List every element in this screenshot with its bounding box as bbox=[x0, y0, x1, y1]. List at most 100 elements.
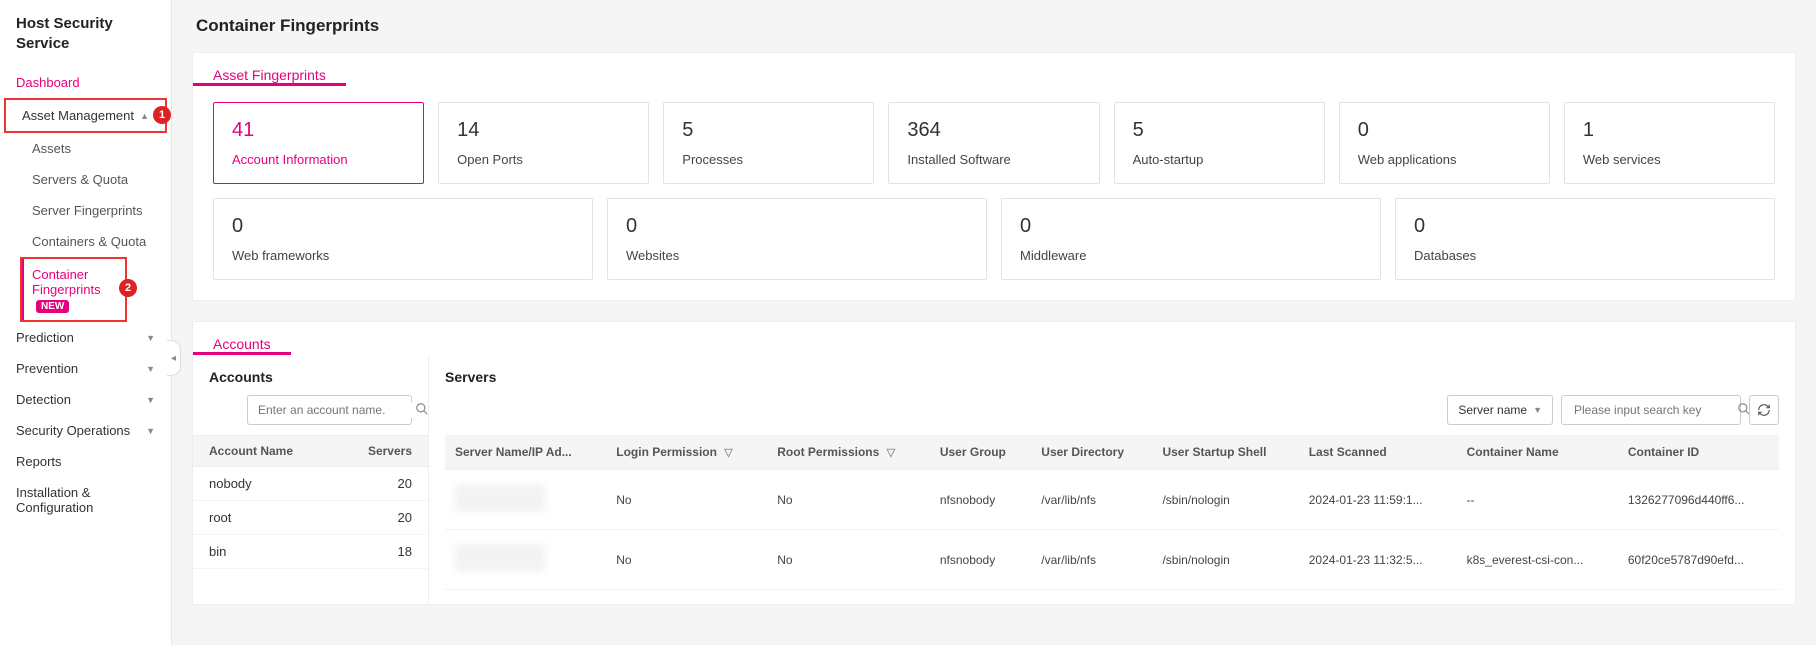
account-name: nobody bbox=[209, 476, 252, 491]
nav-sub-container-fingerprints[interactable]: Container Fingerprints NEW bbox=[22, 259, 125, 320]
nav-asset-sub: Assets Servers & Quota Server Fingerprin… bbox=[0, 133, 171, 257]
cards-container: 41Account Information14Open Ports5Proces… bbox=[193, 86, 1795, 300]
col-login-label: Login Permission bbox=[616, 445, 717, 459]
col-container-id[interactable]: Container ID bbox=[1618, 435, 1779, 470]
chevron-down-icon: ▼ bbox=[146, 426, 155, 436]
cell-root: No bbox=[767, 530, 930, 590]
account-search-box[interactable] bbox=[247, 395, 412, 425]
fingerprint-card[interactable]: 0Web applications bbox=[1339, 102, 1550, 184]
server-row[interactable]: NoNonfsnobody/var/lib/nfs/sbin/nologin20… bbox=[445, 530, 1779, 590]
cell-server-name bbox=[445, 470, 606, 530]
card-label: Open Ports bbox=[457, 152, 630, 167]
nav-installation[interactable]: Installation & Configuration bbox=[0, 477, 171, 523]
fingerprint-card[interactable]: 41Account Information bbox=[213, 102, 424, 184]
cell-root: No bbox=[767, 470, 930, 530]
nav-sub-assets[interactable]: Assets bbox=[32, 133, 171, 164]
nav-security-operations[interactable]: Security Operations ▼ bbox=[0, 415, 171, 446]
accounts-list-title: Accounts bbox=[193, 369, 428, 395]
fingerprint-card[interactable]: 5Processes bbox=[663, 102, 874, 184]
nav-sub-servers-quota[interactable]: Servers & Quota bbox=[32, 164, 171, 195]
nav-asset-management-label: Asset Management bbox=[22, 108, 134, 123]
nav-sub-server-fingerprints[interactable]: Server Fingerprints bbox=[32, 195, 171, 226]
account-col-servers: Servers bbox=[368, 444, 412, 458]
chevron-down-icon: ▼ bbox=[146, 395, 155, 405]
nav-asset-management[interactable]: Asset Management ▲ bbox=[6, 100, 165, 131]
col-server-name[interactable]: Server Name/IP Ad... bbox=[445, 435, 606, 470]
new-badge: NEW bbox=[36, 300, 69, 313]
accounts-title: Accounts bbox=[193, 322, 291, 355]
fingerprint-card[interactable]: 0Websites bbox=[607, 198, 987, 280]
server-row[interactable]: NoNonfsnobody/var/lib/nfs/sbin/nologin20… bbox=[445, 470, 1779, 530]
fingerprint-card[interactable]: 0 Databases bbox=[1395, 198, 1775, 280]
servers-title: Servers bbox=[445, 369, 1779, 395]
account-search-input[interactable] bbox=[256, 402, 415, 418]
servers-toolbar: Server name ▼ bbox=[445, 395, 1779, 425]
col-last-scanned[interactable]: Last Scanned bbox=[1299, 435, 1457, 470]
filter-icon[interactable]: ▽ bbox=[887, 447, 895, 459]
cell-cid: 1326277096d440ff6... bbox=[1618, 470, 1779, 530]
card-label: Websites bbox=[626, 248, 968, 263]
main-content: Container Fingerprints Asset Fingerprint… bbox=[172, 0, 1816, 645]
card-label: Auto-startup bbox=[1133, 152, 1306, 167]
cell-login: No bbox=[606, 470, 767, 530]
account-col-name: Account Name bbox=[209, 444, 293, 458]
cell-login: No bbox=[606, 530, 767, 590]
filter-icon[interactable]: ▽ bbox=[724, 447, 732, 459]
sidebar-collapse-handle[interactable]: ◂ bbox=[167, 340, 181, 376]
card-label: Installed Software bbox=[907, 152, 1080, 167]
card-count: 0 bbox=[1414, 215, 1756, 238]
col-root-label: Root Permissions bbox=[777, 445, 879, 459]
col-container-name[interactable]: Container Name bbox=[1457, 435, 1618, 470]
app-title: Host Security Service bbox=[0, 0, 171, 67]
nav-detection[interactable]: Detection ▼ bbox=[0, 384, 171, 415]
asset-fingerprints-title: Asset Fingerprints bbox=[193, 53, 346, 86]
fingerprint-card[interactable]: 364Installed Software bbox=[888, 102, 1099, 184]
cell-shell: /sbin/nologin bbox=[1152, 530, 1298, 590]
cell-group: nfsnobody bbox=[930, 470, 1031, 530]
card-count: 0 bbox=[232, 215, 574, 238]
cell-shell: /sbin/nologin bbox=[1152, 470, 1298, 530]
col-user-group[interactable]: User Group bbox=[930, 435, 1031, 470]
fingerprint-card[interactable]: 1Web services bbox=[1564, 102, 1775, 184]
cell-cname: -- bbox=[1457, 470, 1618, 530]
fingerprint-card[interactable]: 0Middleware bbox=[1001, 198, 1381, 280]
refresh-button[interactable] bbox=[1749, 395, 1779, 425]
card-count: 5 bbox=[1133, 119, 1306, 142]
chevron-down-icon: ▼ bbox=[1533, 405, 1542, 415]
account-row[interactable]: nobody20 bbox=[193, 467, 428, 501]
account-server-count: 18 bbox=[398, 544, 412, 559]
card-label: Web frameworks bbox=[232, 248, 574, 263]
nav-reports[interactable]: Reports bbox=[0, 446, 171, 477]
card-label: Databases bbox=[1414, 248, 1756, 263]
nav-prevention[interactable]: Prevention ▼ bbox=[0, 353, 171, 384]
page-title: Container Fingerprints bbox=[172, 0, 1816, 52]
account-name: bin bbox=[209, 544, 226, 559]
server-filter-select[interactable]: Server name ▼ bbox=[1447, 395, 1553, 425]
cell-server-name bbox=[445, 530, 606, 590]
sidebar: Host Security Service Dashboard Asset Ma… bbox=[0, 0, 172, 645]
card-count: 5 bbox=[682, 119, 855, 142]
fingerprint-card[interactable]: 14Open Ports bbox=[438, 102, 649, 184]
fingerprint-card[interactable]: 5 Auto-startup bbox=[1114, 102, 1325, 184]
card-count: 41 bbox=[232, 119, 405, 142]
fingerprint-card[interactable]: 0 Web frameworks bbox=[213, 198, 593, 280]
accounts-list-pane: Accounts Account Name Servers nobody20ro… bbox=[193, 355, 429, 604]
server-search-box[interactable] bbox=[1561, 395, 1741, 425]
annotation-box-2: Container Fingerprints NEW 2 bbox=[20, 257, 127, 322]
account-server-count: 20 bbox=[398, 510, 412, 525]
nav-dashboard[interactable]: Dashboard bbox=[0, 67, 171, 98]
card-count: 0 bbox=[1358, 119, 1531, 142]
col-root-permissions[interactable]: Root Permissions ▽ bbox=[767, 435, 930, 470]
account-row[interactable]: root 20 bbox=[193, 501, 428, 535]
servers-table: Server Name/IP Ad... Login Permission ▽ … bbox=[445, 435, 1779, 590]
col-user-directory[interactable]: User Directory bbox=[1031, 435, 1152, 470]
account-name: root bbox=[209, 510, 231, 525]
account-row[interactable]: bin 18 bbox=[193, 535, 428, 569]
nav-prediction[interactable]: Prediction ▼ bbox=[0, 322, 171, 353]
server-search-input[interactable] bbox=[1572, 402, 1731, 418]
col-login-permission[interactable]: Login Permission ▽ bbox=[606, 435, 767, 470]
nav-sub-containers-quota[interactable]: Containers & Quota bbox=[32, 226, 171, 257]
col-user-startup-shell[interactable]: User Startup Shell bbox=[1152, 435, 1298, 470]
nav-security-operations-label: Security Operations bbox=[16, 423, 130, 438]
servers-table-header: Server Name/IP Ad... Login Permission ▽ … bbox=[445, 435, 1779, 470]
